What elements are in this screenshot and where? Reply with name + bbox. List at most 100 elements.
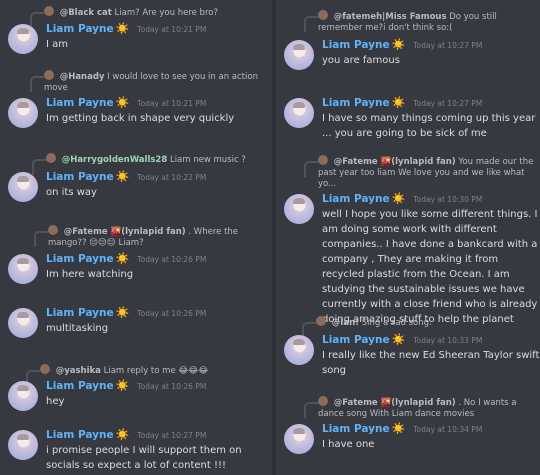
timestamp: Today at 10:22 PM (137, 173, 207, 182)
message-text: I have so many things coming up this yea… (322, 113, 536, 139)
timestamp: Today at 10:26 PM (137, 382, 207, 391)
reply-preview[interactable]: @HarrygoldenWalls28 Liam new music ? (32, 153, 272, 175)
author-name[interactable]: Liam Payne (322, 97, 390, 109)
author-name[interactable]: Liam Payne (322, 193, 390, 205)
timestamp: Today at 10:27 PM (413, 99, 483, 108)
sun-icon: ☀️ (391, 96, 406, 109)
reply-text: Liam reply to me 😂😂😂 (103, 366, 209, 376)
message-text: i promise people I will support them on … (46, 445, 242, 471)
reply-text: Liam? Are you here bro? (114, 8, 218, 18)
timestamp: Today at 10:26 PM (137, 309, 207, 318)
reply-username[interactable]: @HarrygoldenWalls28 (62, 155, 168, 165)
message[interactable]: @Fateme 🌇(lynlapid fan) You made our the… (276, 155, 540, 327)
sun-icon: ☀️ (391, 333, 406, 346)
reply-avatar (46, 153, 56, 163)
reply-username[interactable]: @yashika (56, 366, 101, 376)
timestamp: Today at 10:26 PM (137, 255, 207, 264)
reply-avatar (48, 225, 58, 235)
timestamp: Today at 10:21 PM (137, 25, 207, 34)
message-text: I really like the new Ed Sheeran Taylor … (322, 350, 540, 376)
timestamp: Today at 10:21 PM (137, 99, 207, 108)
reply-spine (304, 402, 318, 418)
reply-preview[interactable]: @Ian! Sing a sad song. (302, 316, 540, 338)
reply-preview[interactable]: @fatemeh|Miss Famous Do you still rememb… (304, 10, 540, 34)
author-name[interactable]: Liam Payne (46, 97, 114, 109)
reply-avatar (316, 316, 326, 326)
reply-preview[interactable]: @yashika Liam reply to me 😂😂😂 (26, 364, 272, 386)
avatar[interactable] (8, 98, 38, 128)
reply-text: Sing a sad song. (361, 318, 432, 328)
reply-username[interactable]: @fatemeh|Miss Famous (334, 12, 447, 22)
chat-column-right: @fatemeh|Miss Famous Do you still rememb… (276, 0, 540, 475)
message-text: well I hope you like some different thin… (322, 209, 538, 325)
avatar[interactable] (284, 424, 314, 454)
reply-avatar (318, 396, 328, 406)
message[interactable]: Liam Payne ☀️ Today at 10:26 PM multitaski… (0, 306, 272, 338)
avatar[interactable] (8, 430, 38, 460)
reply-preview[interactable]: @Fateme 🌇(lynlapid fan) You made our the… (304, 155, 540, 190)
author-name[interactable]: Liam Payne (322, 423, 390, 435)
chat-column-left: @Black cat Liam? Are you here bro? Liam … (0, 0, 272, 475)
author-name[interactable]: Liam Payne (46, 171, 114, 183)
message[interactable]: @Fateme 🌇(lynlapid fan) . Where the mang… (0, 225, 272, 284)
avatar[interactable] (8, 24, 38, 54)
reply-avatar (318, 155, 328, 165)
author-name[interactable]: Liam Payne (322, 334, 390, 346)
author-name[interactable]: Liam Payne (46, 429, 114, 441)
reply-preview[interactable]: @Fateme 🌇(lynlapid fan) . No I wants a d… (304, 396, 540, 420)
sun-icon: ☀️ (115, 22, 130, 35)
sun-icon: ☀️ (115, 170, 130, 183)
reply-spine (34, 231, 48, 247)
message-text: you are famous (322, 55, 400, 66)
message[interactable]: @Hanady I would love to see you in an ac… (0, 70, 272, 128)
message[interactable]: @fatemeh|Miss Famous Do you still rememb… (276, 10, 540, 70)
reply-avatar (318, 10, 328, 20)
avatar[interactable] (284, 98, 314, 128)
reply-username[interactable]: @Fateme 🌇(lynlapid fan) (334, 157, 456, 167)
timestamp: Today at 10:34 PM (413, 425, 483, 434)
author-name[interactable]: Liam Payne (322, 39, 390, 51)
avatar[interactable] (284, 194, 314, 224)
avatar[interactable] (284, 335, 314, 365)
avatar[interactable] (8, 254, 38, 284)
reply-username[interactable]: @Fateme 🌇(lynlapid fan) (64, 227, 186, 237)
sun-icon: ☀️ (115, 379, 130, 392)
message[interactable]: @Black cat Liam? Are you here bro? Liam … (0, 6, 272, 54)
reply-username[interactable]: @Ian! (332, 318, 359, 328)
message-text: on its way (46, 187, 97, 198)
author-name[interactable]: Liam Payne (46, 253, 114, 265)
timestamp: Today at 10:27 PM (137, 431, 207, 440)
message-text: Im here watching (46, 269, 134, 280)
reply-preview[interactable]: @Fateme 🌇(lynlapid fan) . Where the mang… (34, 225, 272, 249)
sun-icon: ☀️ (391, 38, 406, 51)
reply-username[interactable]: @Fateme 🌇(lynlapid fan) (334, 398, 456, 408)
timestamp: Today at 10:33 PM (413, 336, 483, 345)
sun-icon: ☀️ (391, 192, 406, 205)
avatar[interactable] (8, 172, 38, 202)
reply-username[interactable]: @Black cat (60, 8, 112, 18)
author-name[interactable]: Liam Payne (46, 23, 114, 35)
author-name[interactable]: Liam Payne (46, 380, 114, 392)
reply-preview[interactable]: @Black cat Liam? Are you here bro? (30, 6, 272, 28)
reply-avatar (44, 70, 54, 80)
avatar[interactable] (8, 381, 38, 411)
message[interactable]: Liam Payne ☀️ Today at 10:27 PM I have so … (276, 96, 540, 141)
reply-username[interactable]: @Hanady (60, 72, 105, 82)
sun-icon: ☀️ (115, 306, 130, 319)
message-text: Im getting back in shape very quickly (46, 113, 235, 124)
message[interactable]: @HarrygoldenWalls28 Liam new music ? Lia… (0, 153, 272, 202)
reply-preview[interactable]: @Hanady I would love to see you in an ac… (30, 70, 272, 94)
avatar[interactable] (8, 308, 38, 338)
message-text: hey (46, 396, 65, 407)
message[interactable]: @Fateme 🌇(lynlapid fan) . No I wants a d… (276, 396, 540, 454)
reply-spine (30, 76, 44, 92)
message[interactable]: @yashika Liam reply to me 😂😂😂 Liam Payne… (0, 364, 272, 411)
message[interactable]: Liam Payne ☀️ Today at 10:27 PM i promise … (0, 428, 272, 473)
reply-avatar (44, 6, 54, 16)
avatar[interactable] (284, 40, 314, 70)
author-name[interactable]: Liam Payne (46, 307, 114, 319)
message-text: I have one (322, 439, 375, 450)
message-text: I am (46, 39, 68, 50)
message[interactable]: @Ian! Sing a sad song. Liam Payne ☀️ Today… (276, 316, 540, 378)
reply-avatar (40, 364, 50, 374)
